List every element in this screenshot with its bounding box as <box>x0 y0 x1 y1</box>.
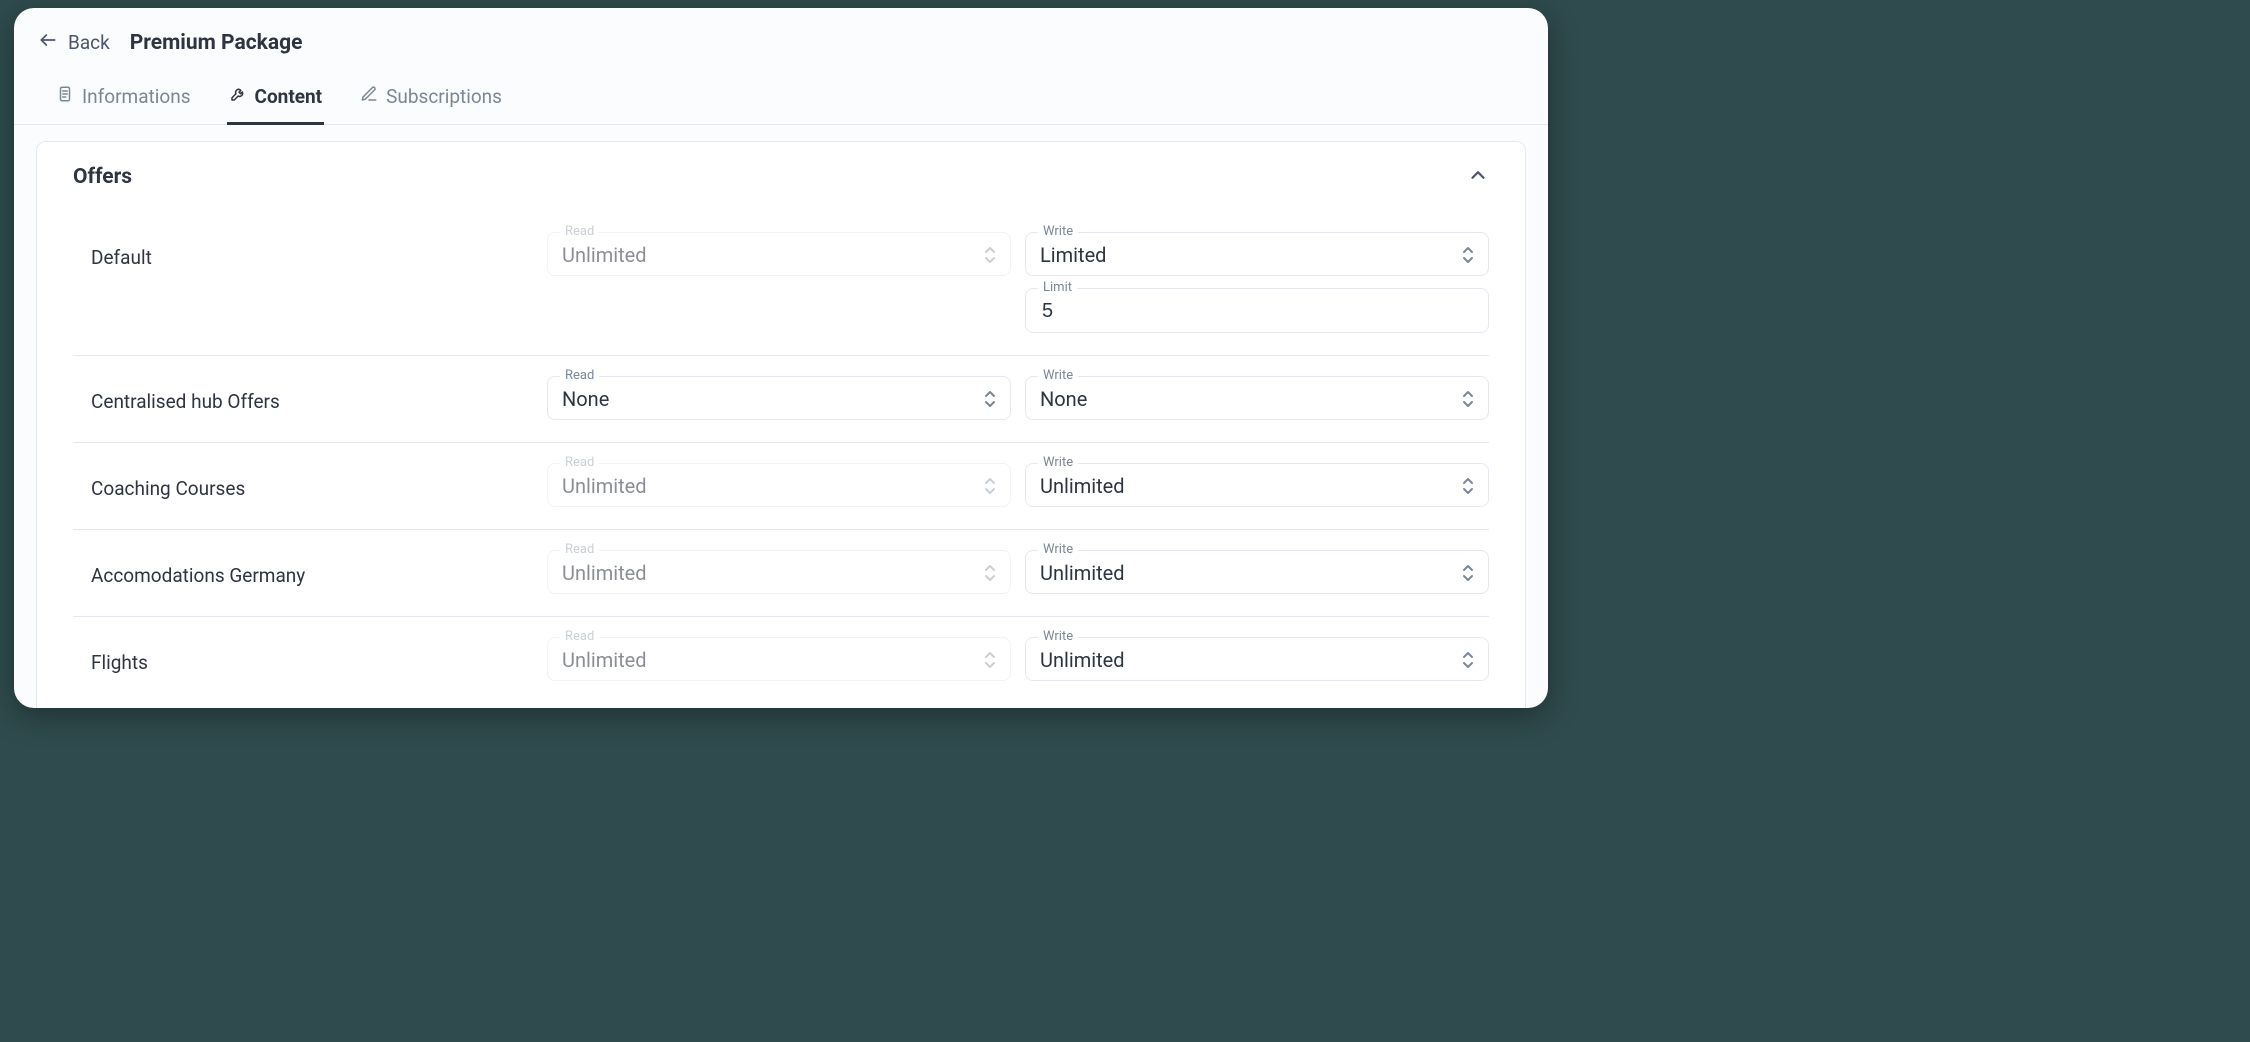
write-select[interactable]: Write None <box>1025 376 1489 420</box>
write-select[interactable]: Write Unlimited <box>1025 637 1489 681</box>
collapse-toggle[interactable] <box>1467 164 1489 190</box>
select-value: Unlimited <box>1040 561 1125 585</box>
permission-row: Flights Read Unlimited Write Unlimited <box>73 617 1489 703</box>
card-body: Default Read Unlimited Write Limited <box>37 212 1525 708</box>
chevron-up-icon <box>1467 171 1489 190</box>
select-value: Unlimited <box>562 648 647 672</box>
field-label: Write <box>1038 629 1078 644</box>
permission-row: Accomodations Germany Read Unlimited Wri… <box>73 530 1489 617</box>
page-header: Back Premium Package <box>14 8 1548 73</box>
tab-label: Informations <box>82 85 191 108</box>
field-label: Read <box>560 542 599 557</box>
card-header: Offers <box>37 142 1525 212</box>
tab-content[interactable]: Content <box>227 73 325 125</box>
select-stepper-icon <box>984 651 996 669</box>
write-select[interactable]: Write Unlimited <box>1025 550 1489 594</box>
read-select[interactable]: Read Unlimited <box>547 637 1011 681</box>
select-value: Unlimited <box>562 243 647 267</box>
permission-row: Coaching Courses Read Unlimited Write Un… <box>73 443 1489 530</box>
permission-row: Default Read Unlimited Write Limited <box>73 212 1489 356</box>
tab-subscriptions[interactable]: Subscriptions <box>358 73 504 125</box>
row-label: Accomodations Germany <box>73 550 533 587</box>
field-label: Limit <box>1038 280 1077 295</box>
row-fields: Read Unlimited Write Unlimited <box>547 463 1489 507</box>
select-value: None <box>1040 387 1087 411</box>
select-stepper-icon <box>1462 477 1474 495</box>
permission-row: Centralised hub Offers Read None Write N… <box>73 356 1489 443</box>
row-label: Default <box>73 232 533 269</box>
select-stepper-icon <box>1462 246 1474 264</box>
row-fields: Read Unlimited Write Limited <box>547 232 1489 333</box>
limit-input[interactable] <box>1040 299 1474 324</box>
row-label: Coaching Courses <box>73 463 533 500</box>
panel: Back Premium Package Informations Conten… <box>14 8 1548 708</box>
wrench-icon <box>229 85 247 108</box>
select-value: Limited <box>1040 243 1106 267</box>
edit-icon <box>360 85 378 108</box>
select-value: None <box>562 387 609 411</box>
select-stepper-icon <box>1462 564 1474 582</box>
field-label: Write <box>1038 542 1078 557</box>
select-stepper-icon <box>984 390 996 408</box>
select-stepper-icon <box>984 477 996 495</box>
field-label: Write <box>1038 368 1078 383</box>
select-value: Unlimited <box>1040 648 1125 672</box>
read-select[interactable]: Read Unlimited <box>547 550 1011 594</box>
read-select[interactable]: Read Unlimited <box>547 232 1011 276</box>
row-fields: Read Unlimited Write Unlimited <box>547 550 1489 594</box>
select-value: Unlimited <box>1040 474 1125 498</box>
select-stepper-icon <box>1462 651 1474 669</box>
row-label: Centralised hub Offers <box>73 376 533 413</box>
select-stepper-icon <box>984 564 996 582</box>
field-label: Read <box>560 224 599 239</box>
arrow-left-icon <box>38 30 58 55</box>
select-value: Unlimited <box>562 561 647 585</box>
read-select[interactable]: Read Unlimited <box>547 463 1011 507</box>
tab-label: Subscriptions <box>386 85 502 108</box>
card-title: Offers <box>73 165 132 189</box>
document-icon <box>56 85 74 108</box>
select-stepper-icon <box>984 246 996 264</box>
write-select[interactable]: Write Unlimited <box>1025 463 1489 507</box>
limit-input-wrapper: Limit <box>1025 288 1489 333</box>
write-select[interactable]: Write Limited <box>1025 232 1489 276</box>
tab-informations[interactable]: Informations <box>54 73 193 125</box>
row-fields: Read Unlimited Write Unlimited <box>547 637 1489 681</box>
field-label: Read <box>560 629 599 644</box>
row-fields: Read None Write None <box>547 376 1489 420</box>
field-label: Write <box>1038 455 1078 470</box>
back-label: Back <box>68 31 110 54</box>
field-label: Read <box>560 368 599 383</box>
field-label: Read <box>560 455 599 470</box>
select-stepper-icon <box>1462 390 1474 408</box>
offers-card: Offers Default Read Unlimited <box>36 141 1526 708</box>
back-button[interactable]: Back <box>38 30 110 55</box>
field-label: Write <box>1038 224 1078 239</box>
tabs: Informations Content Subscriptions <box>14 73 1548 125</box>
read-select[interactable]: Read None <box>547 376 1011 420</box>
row-label: Flights <box>73 637 533 674</box>
page-title: Premium Package <box>130 31 303 55</box>
select-value: Unlimited <box>562 474 647 498</box>
tab-label: Content <box>255 85 323 108</box>
